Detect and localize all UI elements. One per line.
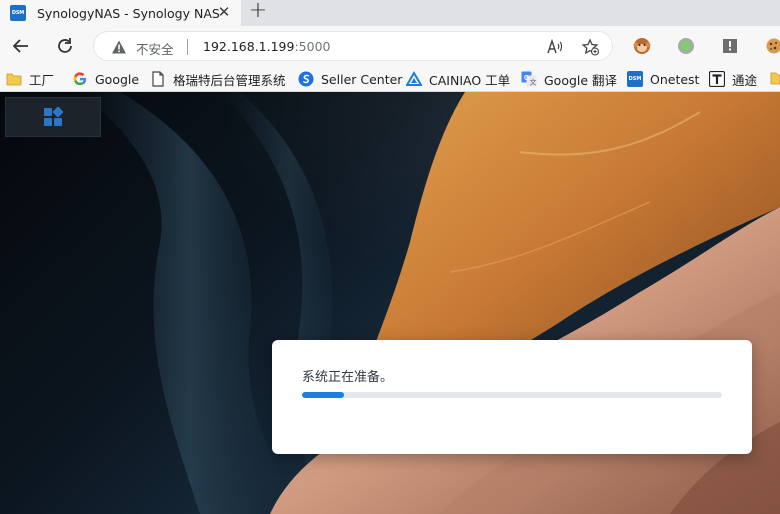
google-translate-icon: G文 bbox=[521, 71, 537, 87]
bookmark-label: 工厂 bbox=[29, 72, 55, 88]
bookmark-label: CAINIAO 工单 bbox=[429, 72, 511, 88]
bookmark-onetest[interactable]: DSM Onetest bbox=[627, 70, 699, 88]
bookmark-label: 格瑞特后台管理系统 bbox=[173, 72, 286, 88]
new-tab-button[interactable]: + bbox=[247, 0, 269, 24]
google-icon bbox=[72, 71, 88, 87]
bookmark-label: Google 翻译 bbox=[544, 72, 618, 88]
back-arrow-icon bbox=[12, 39, 28, 53]
dialog-message: 系统正在准备。 bbox=[302, 370, 394, 385]
url-host: 192.168.1.199 bbox=[203, 39, 295, 54]
extension-status-button[interactable] bbox=[675, 35, 697, 57]
bookmark-cainiao[interactable]: CAINIAO 工单 bbox=[406, 70, 510, 88]
progress-fill bbox=[302, 392, 344, 398]
address-divider bbox=[187, 39, 188, 55]
url-port: :5000 bbox=[294, 39, 331, 54]
monkey-icon bbox=[633, 38, 651, 54]
dsm-badge: DSM bbox=[627, 71, 643, 87]
warning-icon[interactable] bbox=[111, 39, 127, 55]
main-menu-button[interactable] bbox=[5, 97, 101, 137]
tab-strip: DSM SynologyNAS - Synology NAS ✕ + bbox=[0, 0, 780, 26]
add-favorite-button[interactable] bbox=[580, 37, 600, 57]
back-button[interactable] bbox=[9, 34, 33, 58]
close-icon[interactable]: ✕ bbox=[216, 4, 232, 20]
dsm-page: 系统正在准备。 bbox=[0, 92, 780, 514]
bookmark-label: Google bbox=[95, 71, 140, 87]
security-status-label[interactable]: 不安全 bbox=[136, 39, 174, 58]
bookmark-overflow-edge[interactable] bbox=[770, 69, 780, 87]
seller-center-icon bbox=[298, 71, 314, 87]
url-text[interactable]: 192.168.1.199:5000 bbox=[203, 39, 330, 54]
bookmark-tongtu[interactable]: 通途 bbox=[709, 70, 757, 88]
reload-button[interactable] bbox=[53, 34, 77, 58]
read-aloud-button[interactable] bbox=[545, 37, 565, 57]
toolbar: 不安全 192.168.1.199:5000 bbox=[0, 26, 780, 66]
extension-cookie-button[interactable] bbox=[763, 35, 780, 57]
cainiao-icon bbox=[406, 71, 422, 87]
dsm-favicon-icon: DSM bbox=[10, 5, 26, 21]
bookmark-gerite-admin[interactable]: 格瑞特后台管理系统 bbox=[150, 70, 286, 88]
reload-icon bbox=[58, 38, 72, 53]
folder-icon bbox=[770, 72, 780, 85]
bookmark-label: Seller Center bbox=[321, 71, 403, 87]
progress-bar bbox=[302, 392, 722, 398]
bookmarks-bar: 工厂 Google 格瑞特后台管理系统 Seller Center CAINIA… bbox=[0, 66, 780, 92]
tab-title: SynologyNAS - Synology NAS bbox=[37, 5, 220, 21]
address-bar[interactable]: 不安全 192.168.1.199:5000 bbox=[93, 31, 613, 61]
bookmark-label: Onetest bbox=[650, 71, 700, 87]
bookmark-google[interactable]: Google bbox=[72, 70, 139, 88]
green-dot-icon bbox=[678, 38, 694, 54]
extension-monkey-button[interactable] bbox=[631, 35, 653, 57]
tongtu-icon bbox=[709, 71, 725, 87]
download-box-icon bbox=[723, 39, 737, 53]
read-aloud-icon bbox=[547, 38, 563, 54]
bookmark-label: 通途 bbox=[732, 72, 758, 88]
svg-text:文: 文 bbox=[530, 78, 537, 87]
page-icon bbox=[150, 71, 166, 87]
folder-icon bbox=[6, 71, 22, 87]
tab-synologynas[interactable]: DSM SynologyNAS - Synology NAS ✕ bbox=[0, 0, 241, 26]
grid-menu-icon bbox=[44, 107, 63, 126]
bookmark-google-translate[interactable]: G文 Google 翻译 bbox=[521, 70, 617, 88]
bookmark-seller-center[interactable]: Seller Center bbox=[298, 70, 402, 88]
favorite-add-icon bbox=[581, 38, 599, 56]
cookie-icon bbox=[766, 38, 780, 54]
system-preparing-dialog: 系统正在准备。 bbox=[272, 340, 752, 454]
extension-download-button[interactable] bbox=[719, 35, 741, 57]
dsm-icon: DSM bbox=[627, 71, 643, 87]
bookmark-factory-folder[interactable]: 工厂 bbox=[6, 70, 54, 88]
